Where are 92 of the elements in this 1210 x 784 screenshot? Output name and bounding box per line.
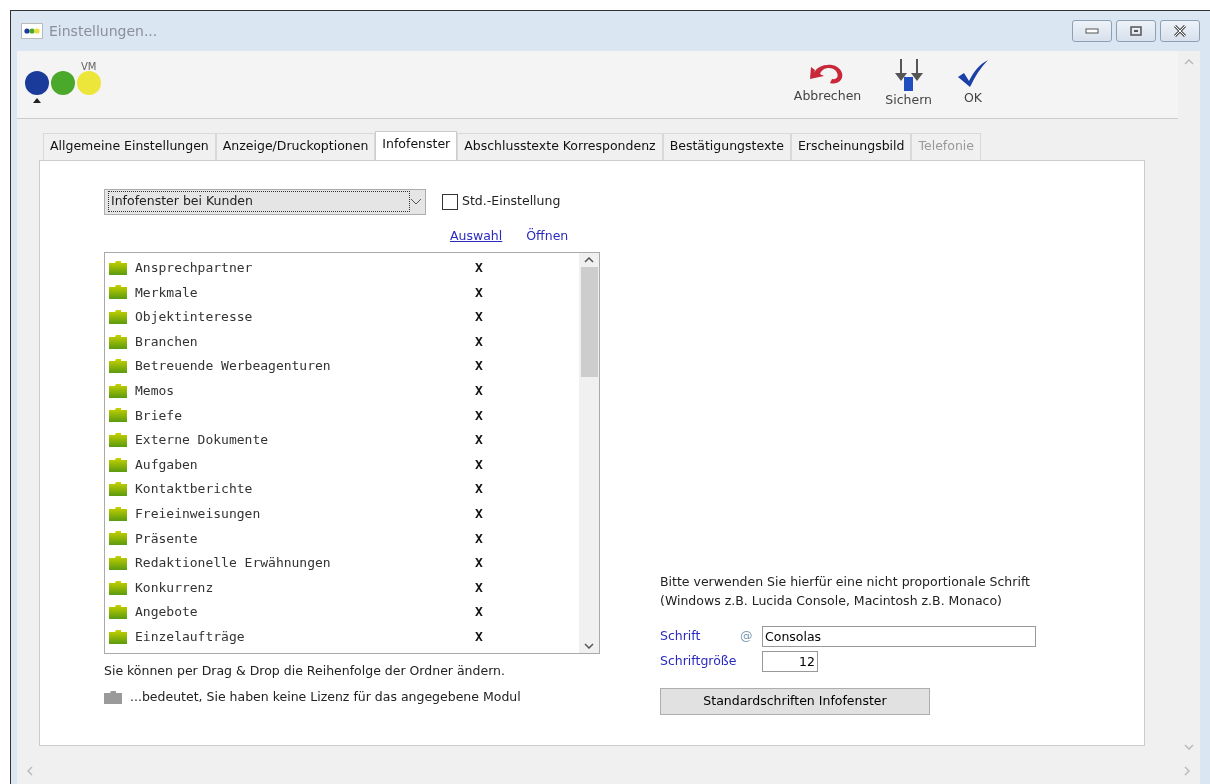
font-size-field[interactable]: 12: [762, 651, 818, 673]
folder-name[interactable]: Betreuende Werbeagenturen: [135, 356, 475, 376]
chevron-left-icon: [27, 766, 33, 776]
folder-name[interactable]: Externe Dokumente: [135, 430, 475, 450]
drag-drop-hint: Sie können per Drag & Drop die Reihenfolge der Ordner ändern.: [104, 661, 506, 680]
chevron-down-icon: [410, 197, 422, 206]
selection-mark: X: [475, 578, 483, 597]
save-button[interactable]: Sichern: [873, 59, 944, 110]
folder-icon: [109, 285, 127, 300]
folder-icon: [109, 531, 127, 546]
logo-text: VM: [81, 60, 97, 74]
folder-icon: [109, 310, 127, 324]
folder-icon: [109, 506, 127, 521]
auswahl-link[interactable]: Auswahl: [450, 226, 503, 246]
folder-name[interactable]: Aufgaben: [135, 454, 475, 475]
selection-mark: X: [475, 627, 483, 646]
at-icon: @: [740, 627, 762, 647]
folder-name[interactable]: Branchen: [135, 331, 475, 352]
selection-mark: X: [475, 259, 483, 278]
folder-name[interactable]: Merkmale: [135, 282, 475, 303]
tab[interactable]: Bestätigungstexte: [662, 133, 791, 160]
oeffnen-link[interactable]: Öffnen: [526, 226, 569, 246]
license-hint: ...bedeutet, Sie haben keine Lizenz für das angegebene Modul: [130, 688, 521, 707]
folder-name[interactable]: Briefe: [135, 405, 475, 426]
tab[interactable]: Erscheinungsbild: [790, 133, 912, 160]
maximize-button[interactable]: [1116, 20, 1156, 42]
selection-mark: X: [475, 332, 483, 351]
list-scrollbar[interactable]: [579, 252, 599, 653]
font-label: Schrift: [660, 627, 702, 646]
folder-icon: [109, 482, 127, 497]
folder-icon: [109, 359, 127, 374]
selection-mark: X: [475, 308, 483, 327]
folder-name[interactable]: Angebote: [135, 602, 475, 622]
selection-mark: X: [475, 554, 483, 573]
standard-fonts-button[interactable]: Standardschriften Infofenster: [660, 688, 930, 716]
font-field[interactable]: Consolas: [762, 626, 1036, 648]
app-icon: [21, 23, 43, 39]
selection-mark: X: [475, 529, 483, 548]
minimize-icon: [1085, 28, 1099, 34]
font-hint: Bitte verwenden Sie hierfür eine nicht proportionale Schrift: [660, 572, 1031, 591]
folder-icon: [104, 691, 122, 705]
chevron-up-icon: [584, 256, 594, 263]
folder-icon: [109, 383, 127, 398]
selection-mark: X: [475, 406, 483, 425]
folder-name[interactable]: Memos: [135, 381, 475, 401]
folder-name[interactable]: Objektinteresse: [135, 307, 475, 327]
folder-icon: [109, 334, 127, 349]
selection-mark: X: [475, 480, 483, 499]
chevron-down-icon: [584, 642, 594, 649]
tab[interactable]: Infofenster: [375, 131, 458, 160]
folder-name[interactable]: Ansprechpartner: [135, 258, 475, 278]
font-size-label: Schriftgröße: [660, 652, 738, 671]
tab[interactable]: Allgemeine Einstellungen: [43, 133, 216, 160]
selection-mark: X: [475, 603, 483, 622]
folder-name[interactable]: Freieinweisungen: [135, 504, 475, 524]
selection-mark: X: [475, 431, 483, 450]
checkmark-icon: [956, 59, 990, 89]
font-hint: (Windows z.B. Lucida Console, Macintosh z.B. Monaco): [660, 591, 1003, 610]
selection-mark: X: [475, 505, 483, 523]
close-button[interactable]: [1160, 20, 1200, 42]
folder-icon: [109, 260, 127, 275]
selection-mark: X: [475, 382, 483, 400]
folder-name[interactable]: Konkurrenz: [135, 577, 475, 598]
close-icon: [1173, 25, 1187, 37]
minimize-button[interactable]: [1072, 20, 1112, 42]
folder-icon: [109, 408, 127, 423]
chevron-up-icon: [1184, 59, 1194, 65]
chevron-right-icon: [1184, 766, 1190, 776]
cancel-button[interactable]: Abbrechen: [781, 59, 874, 110]
window-title: Einstellungen...: [49, 21, 158, 41]
folder-icon: [109, 629, 127, 644]
horizontal-scrollbar[interactable]: [17, 758, 1200, 784]
folder-name[interactable]: Präsente: [135, 528, 475, 549]
folder-icon: [109, 580, 127, 595]
selection-mark: X: [475, 357, 483, 376]
chevron-down-icon: [1184, 744, 1194, 750]
tab[interactable]: Anzeige/Druckoptionen: [215, 133, 376, 160]
folder-name[interactable]: Redaktionelle Erwähnungen: [135, 553, 475, 573]
folder-name[interactable]: Kontaktberichte: [135, 479, 475, 499]
ok-button[interactable]: OK: [944, 59, 1002, 110]
folder-icon: [109, 432, 127, 447]
tab[interactable]: Abschlusstexte Korrespondenz: [457, 133, 663, 160]
std-einstellung-checkbox[interactable]: Std.-Einstellung: [442, 192, 561, 212]
infofenster-dropdown[interactable]: Infofenster bei Kunden: [104, 188, 426, 215]
folder-icon: [109, 555, 127, 570]
maximize-icon: [1130, 26, 1142, 36]
selection-mark: X: [475, 283, 483, 302]
selection-mark: X: [475, 455, 483, 474]
folder-icon: [109, 457, 127, 472]
folder-icon: [109, 605, 127, 620]
scroll-thumb[interactable]: [580, 266, 598, 377]
folder-name[interactable]: Einzelaufträge: [135, 626, 475, 647]
